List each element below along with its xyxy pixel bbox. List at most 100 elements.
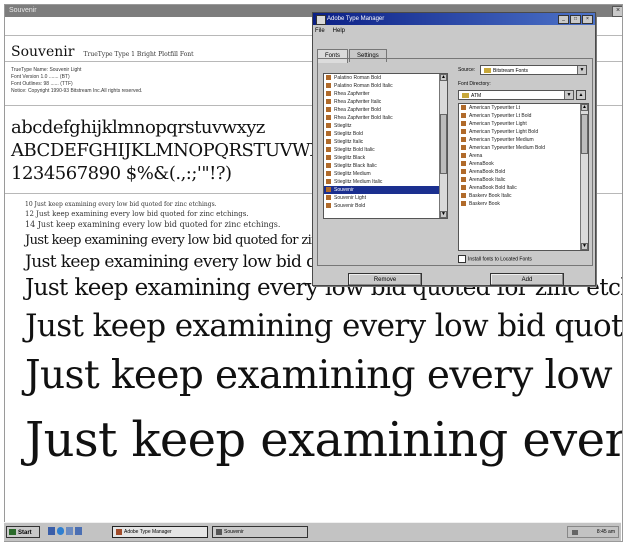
installed-scrollbar[interactable]: ▲ ▼ [439,74,447,218]
mail-icon[interactable] [66,527,73,535]
tab-panel: Palatino Roman Bold Palatino Roman Bold I… [317,58,593,286]
font-name: Palatino Roman Bold Italic [334,83,393,89]
list-item[interactable]: Palatino Roman Bold Italic [324,82,447,90]
checkbox-label: Install fonts to Located Fonts [468,256,532,263]
list-item[interactable]: Palatino Roman Bold [324,74,447,82]
font-file-icon [461,113,466,119]
scroll-up-arrow[interactable]: ▲ [440,74,447,81]
desktop-icon[interactable] [48,527,55,535]
speaker-icon[interactable] [572,530,578,535]
sample-line-14: 14 Just keep examining every low bid quo… [25,220,281,229]
list-item[interactable]: Stieglitz Bold Italic [324,146,447,154]
add-button[interactable]: Add [490,273,564,286]
font-name: Rhea Zapfwriter Bold [334,107,381,113]
scroll-thumb[interactable] [440,114,447,174]
font-name: ArenaBook Italic [469,177,506,183]
list-item[interactable]: ArenaBook Bold [459,168,588,176]
source-select[interactable]: Bitstream Fonts ▼ [480,65,587,75]
task-label: Adobe Type Manager [124,529,172,535]
maximize-button[interactable]: □ [570,15,581,24]
list-item[interactable]: Souvenir Bold [324,202,447,210]
font-file-icon [326,107,331,113]
task-adobe-type-manager[interactable]: Adobe Type Manager [112,526,208,538]
windows-logo-icon [9,529,16,536]
font-file-icon [461,161,466,167]
task-souvenir[interactable]: Souvenir [212,526,308,538]
list-item[interactable]: Stieglitz Black Italic [324,162,447,170]
font-file-icon [216,528,222,535]
browser-icon[interactable] [57,527,64,535]
list-item[interactable]: Stieglitz [324,122,447,130]
list-item[interactable]: American Typewriter Lt [459,104,588,112]
installed-fonts-list[interactable]: Palatino Roman Bold Palatino Roman Bold I… [323,73,448,219]
list-item[interactable]: American Typewriter Medium [459,136,588,144]
font-file-icon [326,171,331,177]
close-button[interactable]: × [582,15,593,24]
list-item[interactable]: Rhea Zapfwriter Bold Italic [324,114,447,122]
preview-title: Souvenir [9,7,37,14]
scroll-thumb[interactable] [581,114,588,154]
font-info-line: Font Version 1.0 ....... (BT) [11,74,70,80]
list-item[interactable]: Baskerv Book [459,200,588,208]
scroll-up-arrow[interactable]: ▲ [581,104,588,111]
channels-icon[interactable] [75,527,82,535]
font-name: American Typewriter Light [469,121,527,127]
list-item[interactable]: Rhea Zapfwriter Bold [324,106,447,114]
menu-help[interactable]: Help [333,28,345,34]
checkbox-box[interactable] [458,255,466,263]
list-item[interactable]: Stieglitz Bold [324,130,447,138]
preview-close-button[interactable]: × [612,6,622,17]
font-info-line: TrueType Name: Souvenir Light [11,67,82,73]
list-item[interactable]: ArenaBook [459,160,588,168]
list-item[interactable]: Souvenir Light [324,194,447,202]
list-item[interactable]: American Typewriter Medium Bold [459,144,588,152]
list-item[interactable]: Arena [459,152,588,160]
folder-value: ATM [471,93,482,99]
minimize-button[interactable]: _ [558,15,569,24]
font-name: Stieglitz Medium Italic [334,179,383,185]
font-file-icon [326,147,331,153]
start-label: Start [18,530,32,536]
font-file-icon [326,163,331,169]
list-item[interactable]: American Typewriter Light Bold [459,128,588,136]
list-item[interactable]: American Typewriter Lt Bold [459,112,588,120]
list-item[interactable]: Stieglitz Black [324,154,447,162]
remove-button[interactable]: Remove [348,273,422,286]
list-item[interactable]: Rhea Zapfwriter [324,90,447,98]
list-item[interactable]: American Typewriter Light [459,120,588,128]
scroll-down-arrow[interactable]: ▼ [581,243,588,250]
folder-icon [484,68,491,74]
font-name: Stieglitz Black Italic [334,163,377,169]
font-name: Rhea Zapfwriter [334,91,370,97]
font-file-icon [461,121,466,127]
scroll-down-arrow[interactable]: ▼ [440,211,447,218]
available-scrollbar[interactable]: ▲ ▼ [580,104,588,250]
list-item[interactable]: ArenaBook Italic [459,176,588,184]
list-item[interactable]: Rhea Zapfwriter Italic [324,98,447,106]
start-button[interactable]: Start [6,526,40,538]
font-name: Palatino Roman Bold [334,75,381,81]
font-name: ArenaBook [469,161,494,167]
folder-up-button[interactable]: ▲ [576,90,586,100]
font-header: Souvenir TrueType Type 1 Bright Plotfill… [11,41,311,60]
font-file-icon [461,193,466,199]
font-file-icon [461,169,466,175]
app-icon [116,528,122,535]
install-checkbox[interactable]: Install fonts to Located Fonts [458,255,532,263]
available-fonts-list[interactable]: American Typewriter Lt American Typewrite… [458,103,589,251]
window-controls: _ □ × [557,15,593,27]
font-name: American Typewriter Medium [469,137,534,143]
list-item[interactable]: ArenaBook Bold Italic [459,184,588,192]
glyphs-numerals: 1234567890 $%&(.,:;'"!?) [11,163,232,184]
font-name: Baskerv Book [469,201,500,207]
list-item[interactable]: Stieglitz Medium Italic [324,178,447,186]
task-label: Souvenir [224,529,244,535]
list-item[interactable]: Baskerv Book Italic [459,192,588,200]
font-file-icon [461,201,466,207]
list-item[interactable]: Stieglitz Italic [324,138,447,146]
list-item[interactable]: Souvenir [324,186,447,194]
folder-select[interactable]: ATM ▼ [458,90,574,100]
font-file-icon [326,203,331,209]
list-item[interactable]: Stieglitz Medium [324,170,447,178]
menu-file[interactable]: File [315,28,325,34]
